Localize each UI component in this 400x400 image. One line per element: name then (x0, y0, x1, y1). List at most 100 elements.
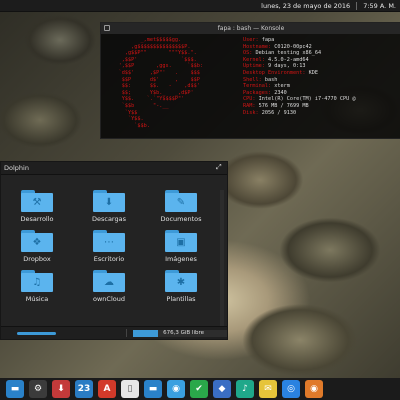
info-value: 2340 (274, 89, 287, 96)
dolphin-window[interactable]: Dolphin ⤢ ⚒ Desarrollo ⬇ Descargas ✎ Document… (0, 161, 228, 340)
clock-label[interactable]: 7:59 A. M. (363, 2, 396, 10)
folder-icon: ⬇ (93, 190, 125, 212)
folder-icon: ♫ (21, 270, 53, 292)
info-line: Disk: 2056 / 9130 (243, 110, 399, 117)
info-key: Packages: (243, 89, 275, 96)
pdf-icon[interactable]: A (98, 380, 116, 398)
window-menu-icon[interactable] (104, 25, 110, 31)
folder-icon: ⋯ (93, 230, 125, 252)
folder-musica[interactable]: ♫ Música (1, 270, 73, 310)
folder-dropbox[interactable]: ❖ Dropbox (1, 230, 73, 270)
dolphin-titlebar[interactable]: Dolphin ⤢ (1, 162, 227, 175)
info-value: xterm (274, 83, 290, 90)
music-icon[interactable]: ♪ (236, 380, 254, 398)
folder-icon: ⚒ (21, 190, 53, 212)
free-space-fill (133, 329, 158, 337)
date-label[interactable]: lunes, 23 de mayo de 2016 (261, 2, 350, 10)
debian-ascii-logo: _,met$$$$$gg. ,g$$$$$$$$$$$$$$$P. ,g$$P"… (103, 37, 243, 129)
network-icon[interactable]: ◆ (213, 380, 231, 398)
folder-icon: ❖ (21, 230, 53, 252)
info-value: 2056 / 9130 (261, 109, 297, 116)
folder-label: ownCloud (93, 295, 125, 303)
ascii-line: $$: $$. - ,d$$' (103, 83, 200, 90)
folder-plantillas[interactable]: ✱ Plantillas (145, 270, 217, 310)
folder-label: Descargas (91, 215, 126, 223)
info-value: Debian testing x86_64 (255, 50, 322, 57)
dolphin-title: Dolphin (4, 164, 29, 172)
status-bar: 676,3 GiB libre (1, 326, 227, 339)
info-value: KDE (308, 69, 318, 76)
folder-icon: ✎ (165, 190, 197, 212)
terminal-content[interactable]: _,met$$$$$gg. ,g$$$$$$$$$$$$$$$P. ,g$$P"… (101, 34, 400, 132)
folder-desarrollo[interactable]: ⚒ Desarrollo (1, 190, 73, 230)
folder-icon: ✱ (165, 270, 197, 292)
info-line: Uptime: 9 days, 0:13 (243, 63, 399, 70)
info-line: Desktop Environment: KDE (243, 70, 399, 77)
info-value: 576 MB / 7699 MB (258, 102, 309, 109)
folder-documentos[interactable]: ✎ Documentos (145, 190, 217, 230)
free-space-bar[interactable]: 676,3 GiB libre (133, 329, 227, 337)
konsole-window[interactable]: fapa : bash — Konsole _,met$$$$$gg. ,g$$… (100, 22, 400, 139)
info-key: Uptime: (243, 63, 268, 70)
folder-descargas[interactable]: ⬇ Descargas (73, 190, 145, 230)
folder-label: Plantillas (166, 295, 196, 303)
pin-icon[interactable]: ⤢ (216, 164, 222, 171)
screenfetch-info: User: fapa Hostname: C0120-00pc42 OS: Debi… (243, 37, 399, 129)
folder-label: Música (25, 295, 49, 303)
ascii-line: $$; Y$b._ _,d$P' (103, 89, 194, 96)
notes-icon[interactable]: ✉ (259, 380, 277, 398)
folder-label: Imágenes (165, 255, 197, 263)
settings-icon[interactable]: ⚙ (29, 380, 47, 398)
info-key: Terminal: (243, 83, 275, 90)
ascii-line: `Y$$. (103, 116, 144, 123)
info-line: Shell: bash (243, 77, 399, 84)
info-line: Terminal: xterm (243, 83, 399, 90)
calendar-icon[interactable]: 23 (75, 380, 93, 398)
ascii-line: `Y$$ (103, 109, 138, 116)
top-panel: lunes, 23 de mayo de 2016 7:59 A. M. (0, 0, 400, 12)
info-line: Packages: 2340 (243, 90, 399, 97)
info-value: bash (264, 76, 278, 83)
shield-icon[interactable]: ✔ (190, 380, 208, 398)
folder-imagenes[interactable]: ▣ Imágenes (145, 230, 217, 270)
ascii-line: ,g$$P"" """Y$$.". (103, 50, 197, 57)
ascii-line: _,met$$$$$gg. (103, 37, 182, 43)
files-icon[interactable]: ▬ (144, 380, 162, 398)
info-value: 9 days, 0:13 (268, 63, 306, 70)
info-key: OS: (243, 50, 256, 57)
info-value: Intel(R) Core(TM) i7-4770 CPU @ (258, 96, 356, 103)
info-line: Hostname: C0120-00pc42 (243, 44, 399, 51)
monitor-icon[interactable]: ◉ (167, 380, 185, 398)
konsole-titlebar[interactable]: fapa : bash — Konsole (101, 23, 400, 34)
folder-label: Escritorio (93, 255, 125, 263)
info-line: OS: Debian testing x86_64 (243, 50, 399, 57)
vertical-scrollbar[interactable] (220, 190, 224, 330)
info-key: User: (243, 37, 262, 43)
ascii-line: ,$$P' `$$$. (103, 56, 197, 63)
konsole-title: fapa : bash — Konsole (217, 25, 285, 32)
info-line: RAM: 576 MB / 7699 MB (243, 103, 399, 110)
info-key: Kernel: (243, 56, 268, 63)
folder-escritorio[interactable]: ⋯ Escritorio (73, 230, 145, 270)
status-separator (126, 329, 128, 337)
info-key: Hostname: (243, 43, 275, 50)
folder-owncloud[interactable]: ☁ ownCloud (73, 270, 145, 310)
ascii-line: `$$b. (103, 122, 150, 129)
folder-icon: ☁ (93, 270, 125, 292)
browser-icon[interactable]: ◎ (282, 380, 300, 398)
document-icon[interactable]: ▯ (121, 380, 139, 398)
panel-separator (356, 1, 358, 10)
folder-icon: ▣ (165, 230, 197, 252)
free-space-label: 676,3 GiB libre (163, 329, 204, 336)
ascii-line: $$P d$' , $$P (103, 76, 200, 83)
ascii-line: ',$$P ,ggs. `$$b: (103, 63, 203, 70)
info-key: Disk: (243, 109, 262, 116)
zoom-slider[interactable] (17, 331, 57, 335)
folder-icon[interactable]: ▬ (6, 380, 24, 398)
firefox-icon[interactable]: ◉ (305, 380, 323, 398)
folder-label: Documentos (160, 215, 202, 223)
info-value: fapa (261, 37, 275, 43)
info-line: User: fapa (243, 37, 399, 44)
download-icon[interactable]: ⬇ (52, 380, 70, 398)
ascii-line: `$$b "-.__ (103, 102, 169, 109)
